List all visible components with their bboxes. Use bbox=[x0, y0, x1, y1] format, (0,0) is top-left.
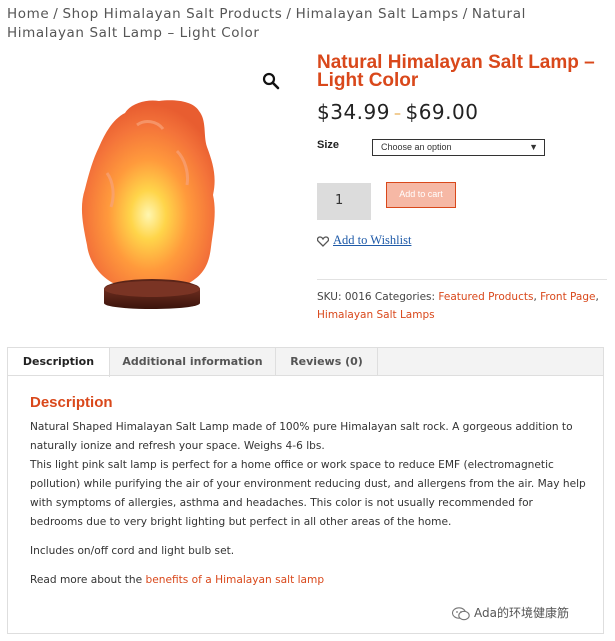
product-meta: SKU: 0016 Categories: Featured Products,… bbox=[317, 291, 599, 321]
sku-value: 0016 bbox=[344, 291, 372, 303]
add-to-cart-button[interactable]: Add to cart bbox=[386, 182, 456, 208]
triangle-down-icon: ▼ bbox=[529, 142, 538, 152]
description-paragraph: This light pink salt lamp is perfect for… bbox=[30, 459, 586, 528]
sku-label: SKU: bbox=[317, 291, 342, 303]
description-paragraph: Includes on/off cord and light bulb set. bbox=[30, 545, 235, 557]
breadcrumb-separator: / bbox=[53, 6, 59, 22]
breadcrumb-shop[interactable]: Shop Himalayan Salt Products bbox=[62, 6, 282, 22]
size-select-value: Choose an option bbox=[381, 142, 452, 152]
quantity-input[interactable]: 1 bbox=[317, 183, 371, 220]
product-image[interactable] bbox=[7, 55, 294, 335]
description-panel: Description Natural Shaped Himalayan Sal… bbox=[7, 375, 604, 634]
price-dash: – bbox=[393, 105, 402, 122]
read-more-prefix: Read more about the bbox=[30, 574, 143, 586]
tab-description[interactable]: Description bbox=[8, 348, 110, 377]
wishlist: Add to Wishlist bbox=[316, 233, 411, 248]
categories-label: Categories: bbox=[374, 291, 436, 303]
breadcrumb-separator: / bbox=[286, 6, 292, 22]
breadcrumb-home[interactable]: Home bbox=[7, 6, 49, 22]
size-label: Size bbox=[317, 139, 340, 151]
magnifier-icon bbox=[262, 72, 280, 90]
price-range: $34.99– $69.00 bbox=[317, 100, 607, 124]
watermark: Ada的环境健康筋 bbox=[451, 604, 569, 621]
product-gallery bbox=[7, 55, 294, 335]
size-select[interactable]: Choose an option ▼ bbox=[372, 139, 545, 156]
price-high: $69.00 bbox=[405, 100, 479, 124]
category-link-front-page[interactable]: Front Page bbox=[540, 291, 595, 303]
tab-reviews[interactable]: Reviews (0) bbox=[276, 348, 378, 376]
product-title: Natural Himalayan Salt Lamp – Light Colo… bbox=[317, 52, 595, 91]
description-paragraph: Natural Shaped Himalayan Salt Lamp made … bbox=[30, 421, 573, 452]
benefits-link[interactable]: benefits of a Himalayan salt lamp bbox=[146, 574, 325, 586]
category-link-salt-lamps[interactable]: Himalayan Salt Lamps bbox=[317, 309, 435, 321]
add-to-wishlist-link[interactable]: Add to Wishlist bbox=[333, 233, 411, 247]
zoom-button[interactable] bbox=[261, 71, 281, 91]
category-link-featured[interactable]: Featured Products bbox=[438, 291, 533, 303]
watermark-text: Ada的环境健康筋 bbox=[474, 606, 569, 620]
tab-additional-information[interactable]: Additional information bbox=[110, 348, 276, 376]
wechat-icon bbox=[451, 606, 470, 620]
product-tabs: Description Additional information Revie… bbox=[7, 347, 604, 377]
product-summary: Natural Himalayan Salt Lamp – Light Colo… bbox=[317, 52, 607, 124]
description-paragraph: Read more about the benefits of a Himala… bbox=[30, 571, 586, 590]
meta-divider bbox=[317, 279, 607, 280]
description-body: Natural Shaped Himalayan Salt Lamp made … bbox=[30, 418, 586, 590]
breadcrumb-separator: / bbox=[462, 6, 468, 22]
description-heading: Description bbox=[30, 394, 113, 411]
heart-icon bbox=[316, 235, 330, 247]
price-low: $34.99 bbox=[317, 100, 390, 124]
breadcrumb: Home / Shop Himalayan Salt Products / Himala… bbox=[7, 5, 607, 43]
breadcrumb-category[interactable]: Himalayan Salt Lamps bbox=[296, 6, 459, 22]
